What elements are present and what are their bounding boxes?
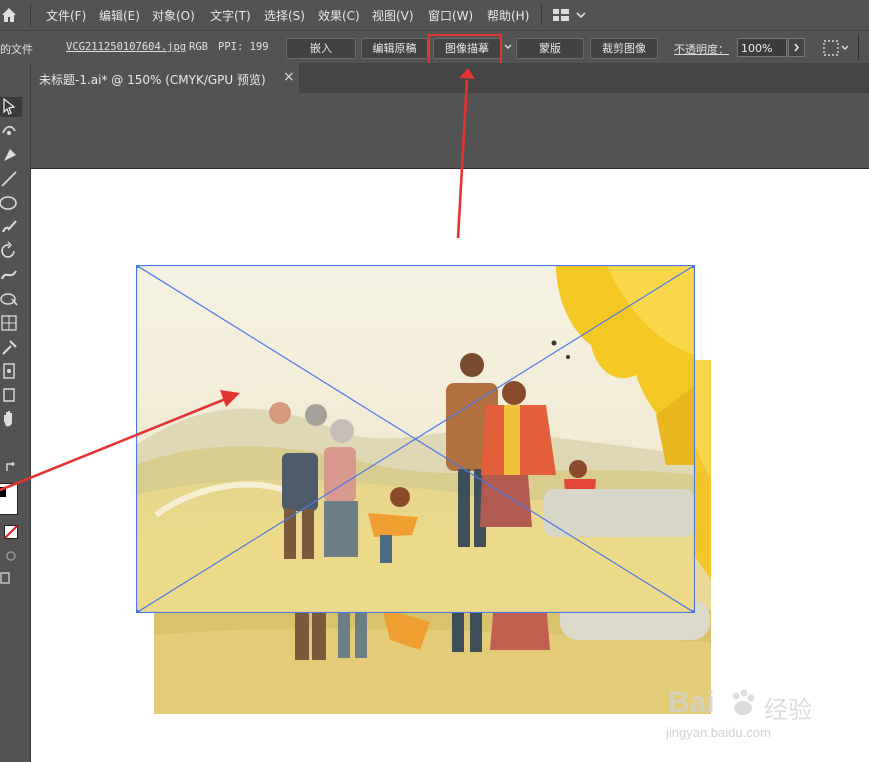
menu-window[interactable]: 窗口(W) (428, 7, 473, 24)
opacity-input[interactable]: 100% (737, 38, 787, 57)
chevron-down-icon[interactable] (503, 43, 513, 51)
draw-mode-icon[interactable] (4, 549, 18, 563)
menu-file[interactable]: 文件(F) (46, 7, 86, 24)
linked-file-name[interactable]: VCG211250107604.jpg (66, 41, 186, 53)
menu-divider (30, 4, 31, 26)
crop-image-button[interactable]: 裁剪图像 (590, 38, 658, 59)
watermark-logo: Bai 经验 (668, 686, 868, 726)
screen-mode-icon[interactable] (0, 571, 10, 585)
menu-object[interactable]: 对象(O) (152, 7, 195, 24)
workspace-switcher-icon[interactable] (552, 8, 586, 22)
watermark-logo-suffix: 经验 (764, 696, 812, 724)
menu-type[interactable]: 文字(T) (210, 7, 251, 24)
mask-button[interactable]: 蒙版 (516, 38, 584, 59)
menu-bar: 文件(F) 编辑(E) 对象(O) 文字(T) 选择(S) 效果(C) 视图(V… (0, 0, 869, 30)
none-swatch-icon[interactable] (4, 525, 18, 539)
opacity-label: 不透明度： (674, 43, 729, 56)
menu-divider (541, 4, 542, 26)
watermark-url: jingyan.baidu.com (666, 725, 771, 740)
align-grid-icon[interactable] (823, 40, 851, 56)
linked-file-label: 的文件 (0, 43, 33, 56)
menu-select[interactable]: 选择(S) (264, 7, 305, 24)
control-divider (858, 34, 859, 60)
edit-original-button[interactable]: 编辑原稿 (361, 38, 428, 59)
paw-icon (732, 689, 755, 715)
menu-edit[interactable]: 编辑(E) (99, 7, 140, 24)
menu-help[interactable]: 帮助(H) (487, 7, 529, 24)
ppi-value: PPI: 199 (218, 41, 269, 53)
annotation-arrows (0, 68, 475, 492)
color-mode: RGB (189, 41, 208, 53)
opacity-stepper[interactable] (788, 38, 805, 57)
menu-view[interactable]: 视图(V) (372, 7, 414, 24)
menu-effect[interactable]: 效果(C) (318, 7, 360, 24)
watermark-logo-text: Bai (668, 686, 715, 719)
home-icon[interactable] (0, 6, 18, 24)
embed-button[interactable]: 嵌入 (286, 38, 356, 59)
chevron-right-icon (794, 43, 799, 52)
